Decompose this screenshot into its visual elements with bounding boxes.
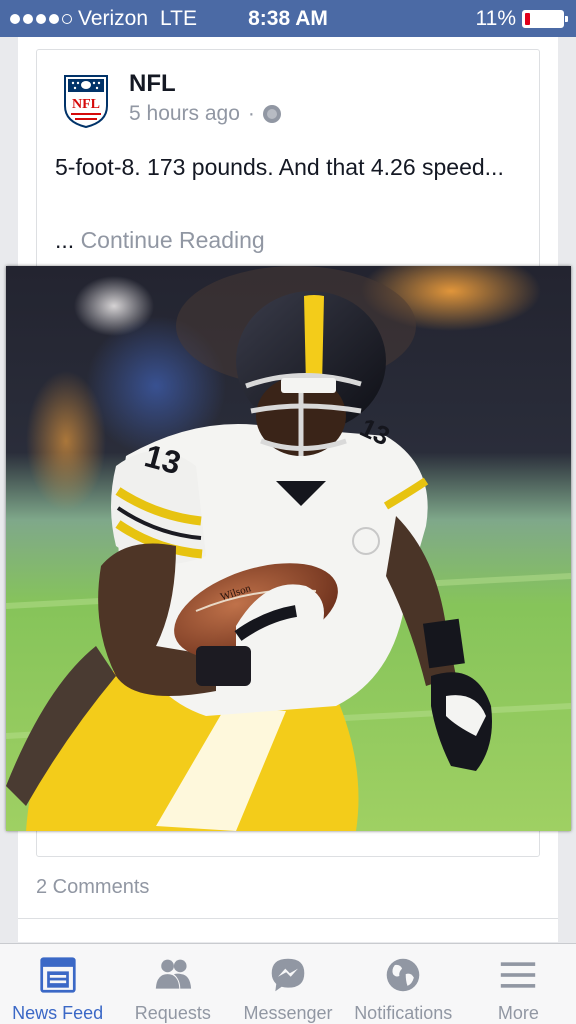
status-bar: Verizon LTE 8:38 AM 11%	[0, 0, 576, 37]
meta-separator: ·	[247, 102, 255, 125]
battery-icon	[522, 10, 568, 28]
svg-text:NFL: NFL	[72, 97, 100, 112]
post-author[interactable]: NFL	[129, 70, 176, 98]
tab-label-more: More	[497, 1003, 539, 1023]
tab-news-feed[interactable]: News Feed	[0, 944, 115, 1024]
tab-messenger[interactable]: Messenger	[230, 944, 345, 1024]
football-player-image: 13 13 Wilson	[6, 266, 571, 831]
continue-ellipsis: ...	[55, 227, 75, 253]
battery-percent: 11%	[475, 7, 516, 30]
post-time[interactable]: 5 hours ago	[129, 102, 240, 126]
continue-reading-link[interactable]: Continue Reading	[81, 227, 265, 253]
messenger-icon	[271, 958, 305, 992]
requests-icon	[155, 959, 191, 989]
nfl-logo-avatar[interactable]: NFL	[63, 72, 109, 128]
tab-more[interactable]: More	[461, 944, 576, 1024]
post-photo[interactable]: 13 13 Wilson	[6, 266, 571, 831]
globe-icon	[386, 958, 420, 992]
tab-label-messenger: Messenger	[243, 1003, 333, 1023]
tab-label-notifications: Notifications	[354, 1003, 453, 1023]
tab-bar: News Feed Requests Messenger Notificatio…	[0, 943, 576, 1024]
public-globe-icon	[262, 105, 281, 123]
menu-icon	[501, 962, 536, 988]
post-meta: 5 hours ago ·	[129, 102, 281, 126]
news-feed-icon	[39, 957, 76, 993]
tab-requests[interactable]: Requests	[115, 944, 230, 1024]
tab-label-news-feed: News Feed	[12, 1003, 104, 1023]
battery-info: 11%	[475, 7, 568, 31]
tab-label-requests: Requests	[134, 1003, 211, 1023]
comments-count[interactable]: 2 Comments	[36, 876, 149, 899]
tab-notifications[interactable]: Notifications	[346, 944, 461, 1024]
continue-reading[interactable]: ... Continue Reading	[55, 227, 265, 254]
post-text: 5-foot-8. 173 pounds. And that 4.26 spee…	[55, 154, 504, 180]
divider	[18, 918, 558, 919]
